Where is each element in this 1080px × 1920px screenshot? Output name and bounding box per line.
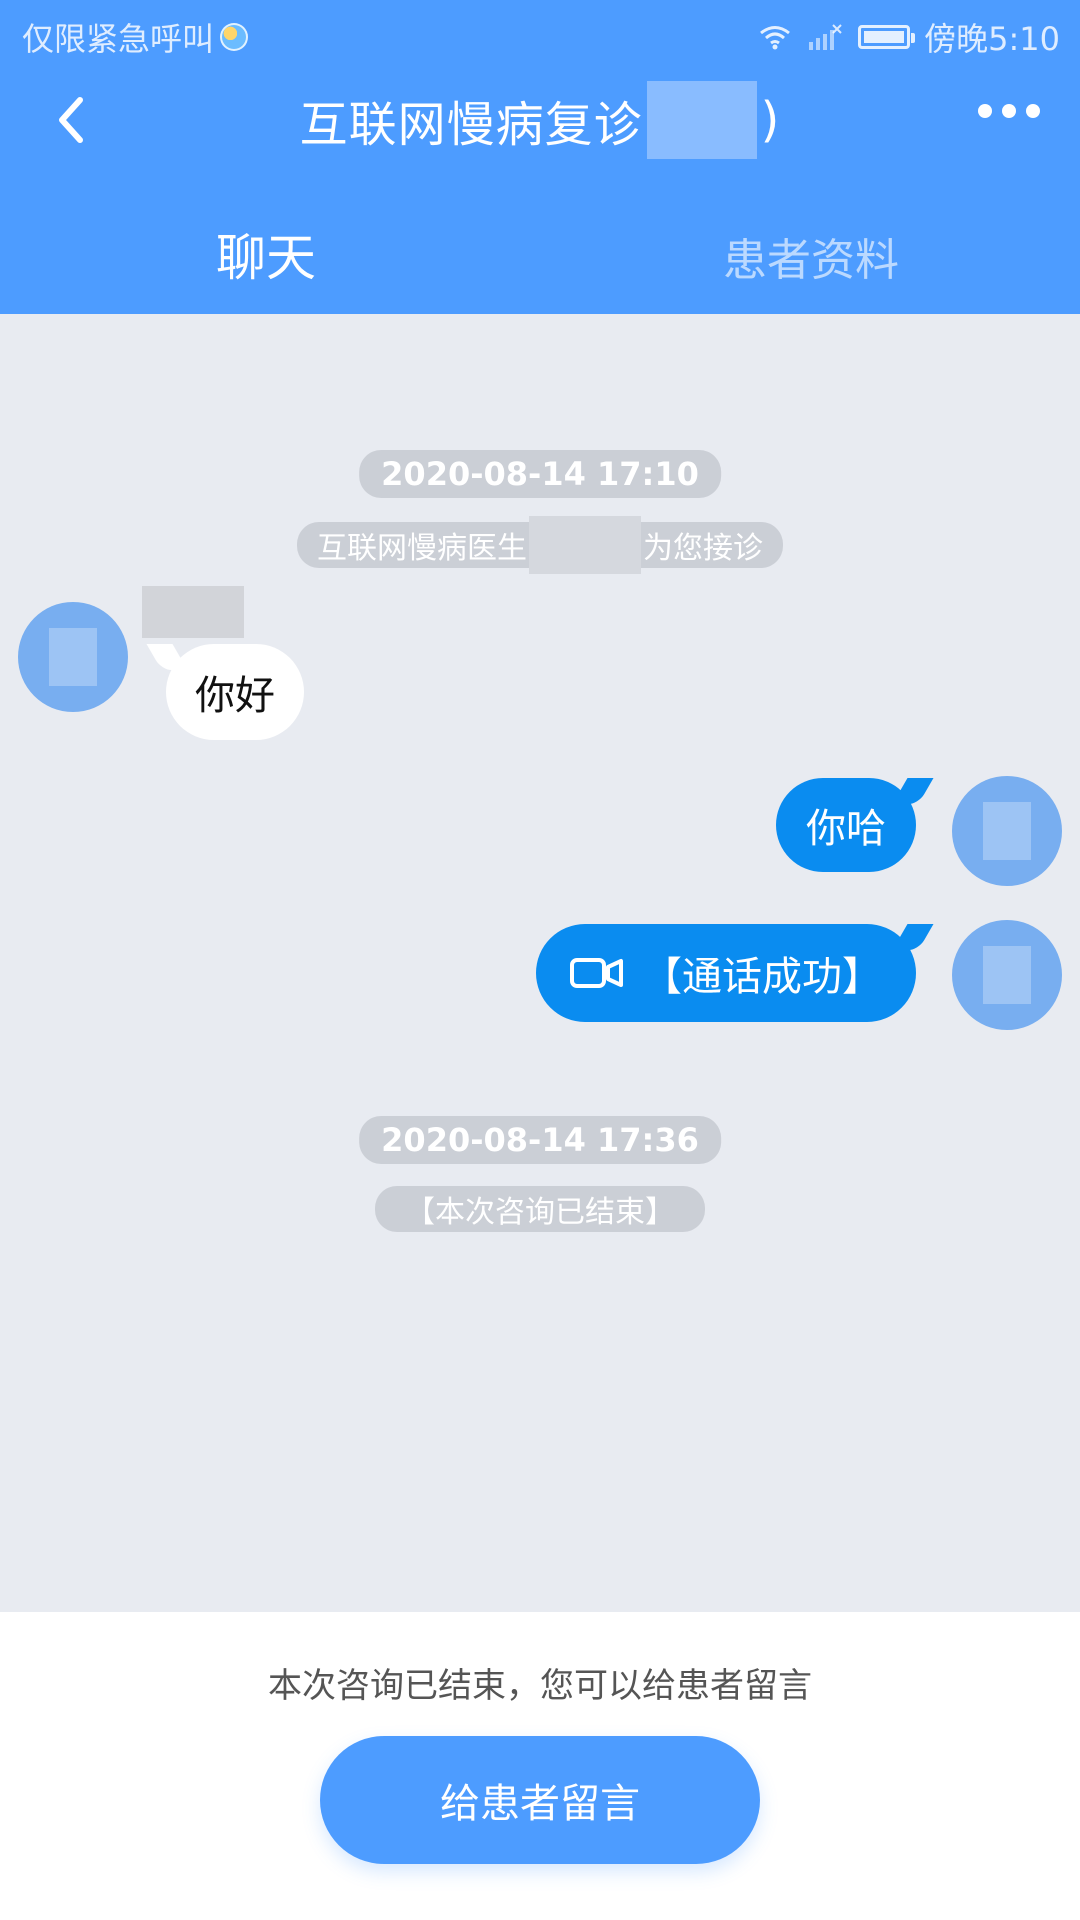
time-pill-1: 2020-08-14 17:10 <box>359 450 721 498</box>
status-left: 仅限紧急呼叫 <box>22 14 249 60</box>
system-message-1-part-1: 互联网慢病医生 <box>317 531 527 566</box>
outgoing-message-bubble: 你哈 <box>776 778 916 872</box>
page-title: 互联网慢病复诊 ) <box>0 81 1080 159</box>
time-pill-2: 2020-08-14 17:36 <box>359 1116 721 1164</box>
outgoing-message-text: 你哈 <box>806 806 886 852</box>
call-message-content: 【通话成功】 <box>552 944 900 1002</box>
user-avatar-2 <box>952 920 1062 1030</box>
wifi-icon <box>760 26 791 50</box>
more-button[interactable] <box>978 104 1040 118</box>
more-icon-dot <box>1002 104 1016 118</box>
status-bar: 仅限紧急呼叫 傍晚5:10 <box>0 0 1080 70</box>
incoming-message-text: 你好 <box>195 673 275 719</box>
system-message-redaction <box>529 516 641 574</box>
call-message-text: 【通话成功】 <box>642 954 882 1000</box>
video-call-icon <box>570 958 623 988</box>
chat-area: 2020-08-14 17:10 互联网慢病医生 为您接诊 你好 你哈 【通话成… <box>0 314 1080 1612</box>
consultation-ended-note: 本次咨询已结束，您可以给患者留言 <box>268 1666 812 1706</box>
system-message-2: 【本次咨询已结束】 <box>375 1186 705 1232</box>
page-title-suffix: ) <box>760 92 781 148</box>
battery-icon <box>858 25 916 49</box>
system-message-1: 互联网慢病医生 为您接诊 <box>297 516 783 574</box>
call-message-bubble[interactable]: 【通话成功】 <box>536 924 916 1022</box>
more-icon <box>978 104 992 118</box>
tab-patient-profile[interactable]: 患者资料 <box>723 224 899 288</box>
doctor-avatar <box>18 602 128 712</box>
status-time: 傍晚5:10 <box>924 20 1060 58</box>
weather-icon <box>220 23 249 51</box>
more-icon-dot <box>1026 104 1040 118</box>
sender-name-redaction <box>142 586 244 638</box>
status-right: 傍晚5:10 <box>758 14 1060 60</box>
tab-bar: 聊天 患者资料 <box>0 200 1080 314</box>
tab-chat[interactable]: 聊天 <box>216 218 316 290</box>
footer-panel: 本次咨询已结束，您可以给患者留言 给患者留言 <box>0 1612 1080 1920</box>
app-header: 仅限紧急呼叫 傍晚5:10 互联网慢病复诊) 聊天 患者资料 <box>0 0 1080 314</box>
user-avatar <box>952 776 1062 886</box>
emergency-call-text: 仅限紧急呼叫 <box>22 20 215 58</box>
signal-icon <box>809 24 842 50</box>
system-message-1-part-2: 为您接诊 <box>643 531 763 566</box>
leave-message-button[interactable]: 给患者留言 <box>320 1736 760 1864</box>
page-title-prefix: 互联网慢病复诊 <box>299 97 643 153</box>
title-redaction-mask <box>646 81 757 159</box>
incoming-message-bubble: 你好 <box>166 644 304 740</box>
